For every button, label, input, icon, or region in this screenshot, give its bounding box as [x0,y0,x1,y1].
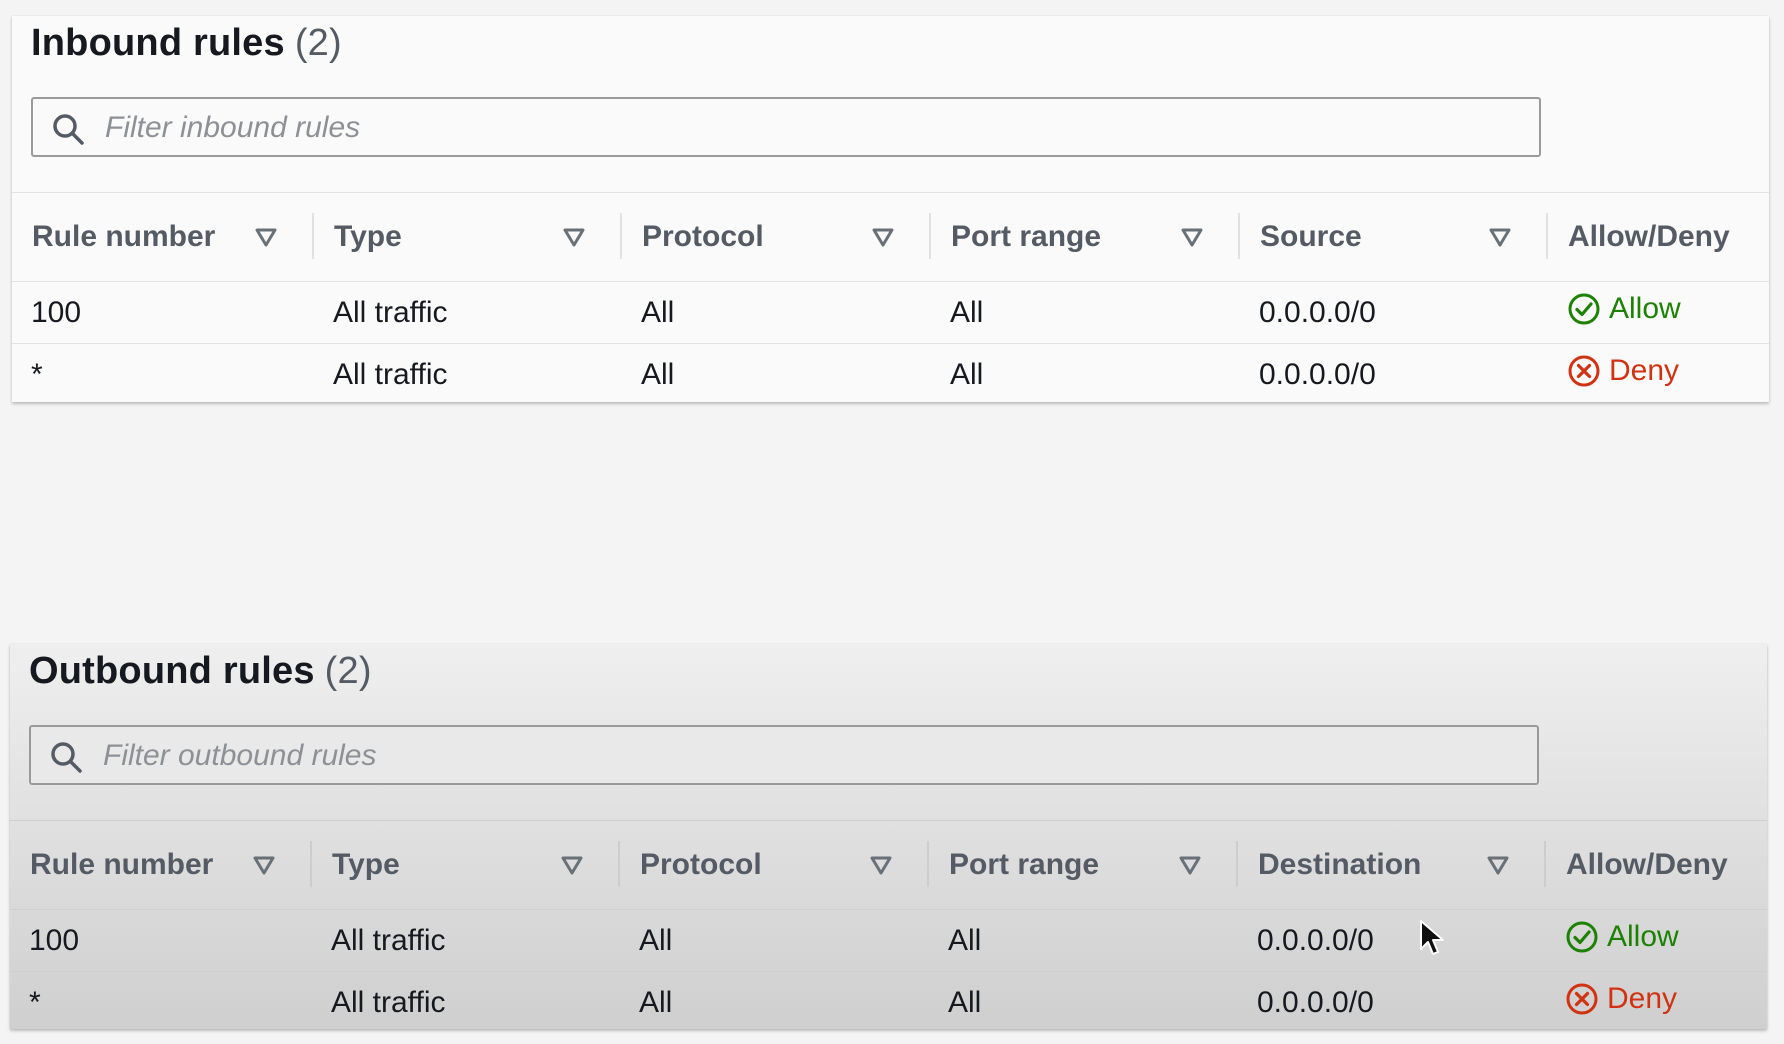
column-header-type[interactable]: Type [314,192,622,282]
status-label: Allow [1609,291,1681,325]
outbound-rules-heading: Outbound rules (2) [29,650,372,693]
cell-rule-number: * [29,985,41,1019]
sort-triangle-icon[interactable] [1180,225,1204,249]
column-header-label: Port range [949,848,1100,882]
column-header-type[interactable]: Type [312,820,620,910]
column-header-label: Destination [1258,848,1422,882]
cell-protocol: All [639,985,673,1019]
outbound-rules-title: Outbound rules [29,650,315,692]
cell-allow-deny: Allow [1546,909,1767,972]
outbound-rules-panel: Outbound rules(2) Rule number Type [10,644,1767,1029]
sort-triangle-icon[interactable] [252,853,276,877]
column-header-label: Protocol [640,848,762,882]
column-header-label: Type [334,220,402,254]
cell-protocol: All [622,281,931,344]
sort-triangle-icon[interactable] [1178,853,1202,877]
cell-port-range: All [950,357,984,391]
allow-status: Allow [1567,292,1681,326]
inbound-filter-input[interactable] [103,103,1527,153]
cell-type: All traffic [333,357,448,391]
cell-rule-number: * [31,357,43,391]
inbound-rules-panel: Inbound rules(2) Rule number Type [12,16,1769,402]
column-header-protocol[interactable]: Protocol [622,192,931,282]
column-header-allow-deny: Allow/Deny [1548,192,1769,282]
column-header-label: Source [1260,220,1362,254]
cell-source: 0.0.0.0/0 [1240,281,1548,344]
table-row: 100 All traffic All All 0.0.0.0/0 Allow [12,281,1769,344]
table-row: * All traffic All All 0.0.0.0/0 Deny [10,972,1767,1034]
status-label: Allow [1607,919,1679,953]
column-header-port-range[interactable]: Port range [931,192,1240,282]
deny-status: Deny [1567,354,1679,388]
check-circle-icon [1566,921,1598,952]
cell-source: 0.0.0.0/0 [1259,357,1376,391]
sort-triangle-icon[interactable] [1486,853,1510,877]
table-header-row: Rule number Type Protocol Port range [12,192,1769,282]
cell-rule-number: 100 [12,281,314,344]
sort-triangle-icon[interactable] [254,225,278,249]
column-header-label: Allow/Deny [1568,220,1730,254]
cell-destination: 0.0.0.0/0 [1238,909,1546,972]
column-header-label: Protocol [642,220,764,254]
cell-allow-deny: Allow [1548,281,1769,344]
outbound-filter [29,725,1539,785]
x-circle-icon [1568,355,1600,386]
outbound-rules-table: Rule number Type Protocol Port range Des… [10,820,1767,1033]
inbound-rules-table: Rule number Type Protocol Port range Sou… [12,192,1769,405]
column-header-allow-deny: Allow/Deny [1546,820,1767,910]
inbound-rules-heading: Inbound rules (2) [31,22,342,65]
column-header-protocol[interactable]: Protocol [620,820,929,910]
allow-status: Allow [1565,920,1679,954]
cell-type: All traffic [331,985,446,1019]
column-header-label: Allow/Deny [1566,848,1728,882]
inbound-rules-title: Inbound rules [31,22,285,64]
column-header-rule-number[interactable]: Rule number [10,820,312,910]
cell-type: All traffic [312,909,620,972]
cell-protocol: All [641,357,675,391]
search-icon [51,742,82,773]
cell-allow-deny: Deny [1546,972,1767,1034]
sort-triangle-icon[interactable] [871,225,895,249]
check-circle-icon [1568,293,1600,324]
cell-protocol: All [620,909,929,972]
sort-triangle-icon[interactable] [869,853,893,877]
column-header-label: Rule number [32,220,216,254]
cell-allow-deny: Deny [1548,344,1769,406]
column-header-rule-number[interactable]: Rule number [12,192,314,282]
mouse-pointer-icon [1420,920,1444,955]
outbound-filter-input[interactable] [101,731,1525,781]
inbound-filter [31,97,1541,157]
cell-port-range: All [929,909,1238,972]
table-row: * All traffic All All 0.0.0.0/0 Deny [12,344,1769,406]
column-header-destination[interactable]: Destination [1238,820,1546,910]
status-label: Deny [1609,353,1680,387]
cell-type: All traffic [314,281,622,344]
column-header-label: Port range [951,220,1102,254]
column-header-source[interactable]: Source [1240,192,1548,282]
cell-port-range: All [948,985,982,1019]
cell-destination: 0.0.0.0/0 [1257,985,1374,1019]
table-header-row: Rule number Type Protocol Port range [10,820,1767,910]
table-row: 100 All traffic All All 0.0.0.0/0 Allow [10,909,1767,972]
x-circle-icon [1566,983,1598,1014]
sort-triangle-icon[interactable] [560,853,584,877]
column-header-port-range[interactable]: Port range [929,820,1238,910]
search-icon [53,114,84,145]
status-label: Deny [1607,981,1678,1015]
deny-status: Deny [1565,982,1677,1016]
column-header-label: Rule number [30,848,214,882]
inbound-rules-count: (2) [294,22,342,64]
sort-triangle-icon[interactable] [562,225,586,249]
cell-rule-number: 100 [10,909,312,972]
outbound-rules-count: (2) [324,650,372,692]
cell-port-range: All [931,281,1240,344]
column-header-label: Type [332,848,400,882]
sort-triangle-icon[interactable] [1488,225,1512,249]
